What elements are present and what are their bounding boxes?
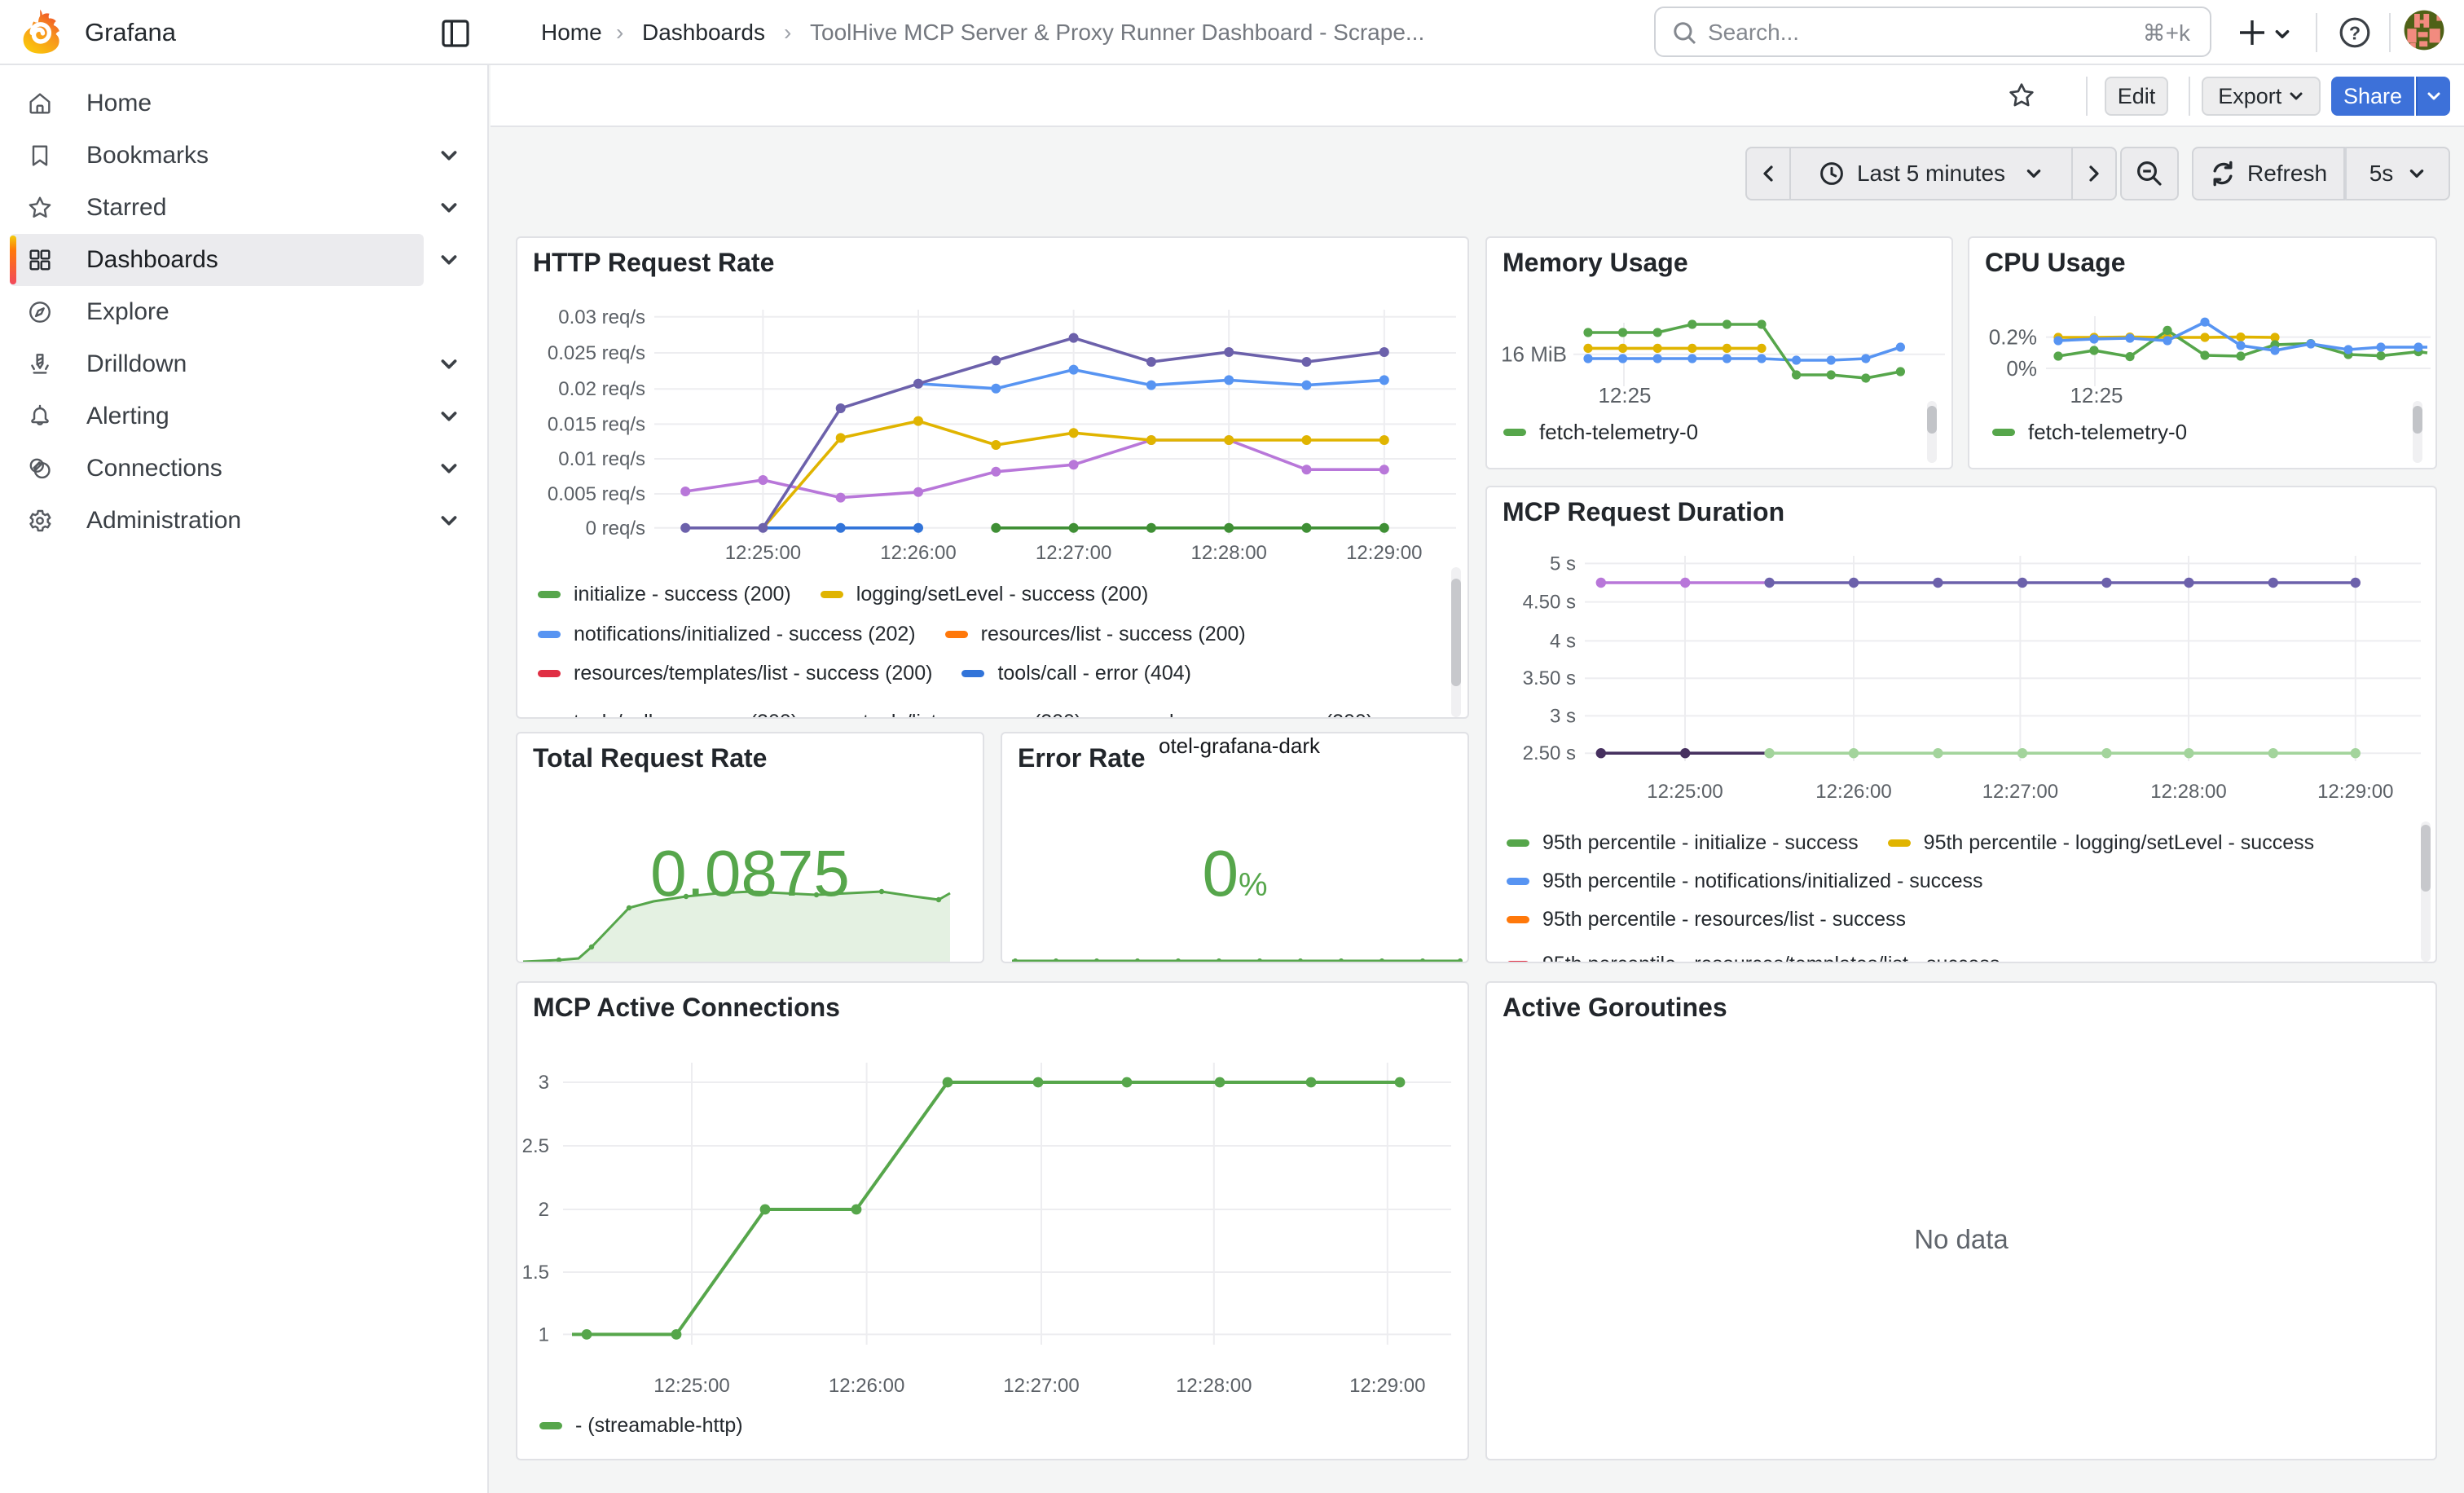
svg-text:5 s: 5 s <box>1550 553 1576 575</box>
svg-text:12:25:00: 12:25:00 <box>653 1375 729 1397</box>
svg-text:2.5: 2.5 <box>522 1135 549 1157</box>
svg-text:4 s: 4 s <box>1550 630 1576 652</box>
svg-text:12:29:00: 12:29:00 <box>1349 1375 1425 1397</box>
svg-text:2.50 s: 2.50 s <box>1523 742 1576 764</box>
svg-text:3: 3 <box>539 1072 549 1094</box>
svg-text:12:29:00: 12:29:00 <box>2317 781 2393 803</box>
svg-text:12:25:00: 12:25:00 <box>725 542 801 564</box>
svg-text:0%: 0% <box>2006 356 2037 381</box>
svg-text:4.50 s: 4.50 s <box>1523 592 1576 614</box>
svg-text:12:29:00: 12:29:00 <box>1346 542 1422 564</box>
svg-text:0 req/s: 0 req/s <box>586 517 645 540</box>
svg-text:0.02 req/s: 0.02 req/s <box>558 378 645 400</box>
svg-text:12:25: 12:25 <box>1598 383 1651 407</box>
svg-text:12:28:00: 12:28:00 <box>1190 542 1266 564</box>
svg-text:3.50 s: 3.50 s <box>1523 667 1576 689</box>
svg-text:?: ? <box>2349 22 2361 43</box>
svg-text:3 s: 3 s <box>1550 705 1576 727</box>
svg-text:12:25:00: 12:25:00 <box>1647 781 1723 803</box>
svg-text:2: 2 <box>539 1199 549 1221</box>
svg-text:1.5: 1.5 <box>522 1262 549 1284</box>
svg-text:0.2%: 0.2% <box>1989 324 2037 349</box>
svg-text:16 MiB: 16 MiB <box>1501 342 1567 367</box>
svg-text:12:26:00: 12:26:00 <box>880 542 956 564</box>
svg-text:0.03 req/s: 0.03 req/s <box>558 306 645 328</box>
svg-text:12:25: 12:25 <box>2070 383 2123 407</box>
svg-text:0.005 req/s: 0.005 req/s <box>548 483 645 505</box>
svg-text:0.01 req/s: 0.01 req/s <box>558 448 645 470</box>
svg-text:12:28:00: 12:28:00 <box>1176 1375 1252 1397</box>
svg-text:12:26:00: 12:26:00 <box>1815 781 1891 803</box>
svg-text:12:26:00: 12:26:00 <box>829 1375 904 1397</box>
svg-text:0.025 req/s: 0.025 req/s <box>548 342 645 364</box>
svg-text:12:27:00: 12:27:00 <box>1982 781 2058 803</box>
svg-text:1: 1 <box>539 1323 549 1345</box>
svg-text:0.015 req/s: 0.015 req/s <box>548 413 645 435</box>
svg-text:12:27:00: 12:27:00 <box>1003 1375 1079 1397</box>
svg-text:12:27:00: 12:27:00 <box>1036 542 1111 564</box>
svg-text:12:28:00: 12:28:00 <box>2150 781 2226 803</box>
